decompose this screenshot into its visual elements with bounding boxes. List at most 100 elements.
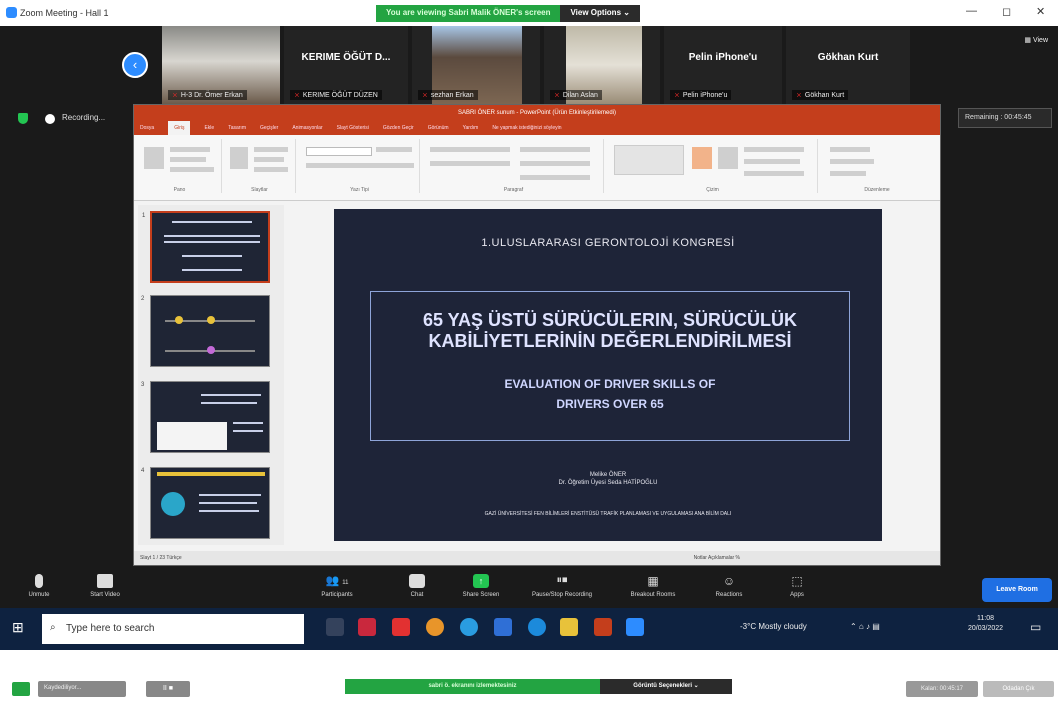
muted-mic-icon: ⨯ xyxy=(422,92,428,99)
window-titlebar: Zoom Meeting - Hall 1 You are viewing Sa… xyxy=(0,0,1058,26)
ribbon-group-slides: Slaytlar xyxy=(224,139,296,193)
weather-widget[interactable]: -3°C Mostly cloudy xyxy=(740,622,807,631)
search-icon: ⌕ xyxy=(50,622,56,633)
gallery-prev-button[interactable]: ‹ xyxy=(122,52,148,78)
browser-icon[interactable] xyxy=(426,618,444,636)
ppt-titlebar: SABRI ÖNER sunum - PowerPoint (Ürün Etki… xyxy=(134,105,940,121)
slide-thumbnail[interactable]: 2 xyxy=(141,295,270,367)
ribbon-group-drawing: Çizim xyxy=(608,139,818,193)
leave-room-button[interactable]: Odadan Çık xyxy=(983,681,1054,697)
current-slide: 1.ULUSLARARASI GERONTOLOJİ KONGRESİ 65 Y… xyxy=(334,209,882,541)
tab-slideshow[interactable]: Slayt Gösterisi xyxy=(337,121,369,135)
tell-me-search[interactable]: Ne yapmak istediğinizi söyleyin xyxy=(492,121,561,135)
tab-review[interactable]: Gözden Geçir xyxy=(383,121,414,135)
participant-tile[interactable]: Gökhan Kurt ⨯ Gökhan Kurt xyxy=(786,26,910,104)
browser-icon[interactable] xyxy=(460,618,478,636)
tab-view[interactable]: Görünüm xyxy=(428,121,449,135)
slide-university: GAZİ ÜNİVERSİTESİ FEN BİLİMLERİ ENSTİTÜS… xyxy=(484,511,732,517)
ppt-ribbon-tabs: Dosya Giriş Ekle Tasarım Geçişler Animas… xyxy=(134,121,940,135)
muted-mic-icon: ⨯ xyxy=(796,92,802,99)
video-off-icon xyxy=(97,574,113,588)
meeting-controls: Unmute Start Video 👥 11 Participants Cha… xyxy=(0,570,1058,608)
participant-label: Pelin iPhone'u xyxy=(688,52,758,63)
participant-tile[interactable]: Pelin iPhone'u ⨯ Pelin iPhone'u xyxy=(664,26,782,104)
ppt-statusbar: Slayt 1 / 23 Türkçe Notlar Açıklamalar % xyxy=(134,551,940,565)
tab-file[interactable]: Dosya xyxy=(140,121,154,135)
remaining-time: Kalan: 00:45:17 xyxy=(906,681,978,697)
slide-thumbnail[interactable]: 1 xyxy=(142,211,270,283)
zoom-app-icon xyxy=(6,7,17,18)
security-shield-icon[interactable] xyxy=(18,113,28,124)
breakout-rooms-button[interactable]: ▦ Breakout Rooms xyxy=(628,574,678,598)
slide-counter: Slayt 1 / 23 Türkçe xyxy=(140,555,182,561)
chat-icon xyxy=(409,574,425,588)
chat-button[interactable]: Chat xyxy=(392,574,442,598)
powerpoint-icon[interactable] xyxy=(594,618,612,636)
share-screen-button[interactable]: ↑ Share Screen xyxy=(456,574,506,598)
gallery-view-button[interactable]: ▦ View xyxy=(1024,36,1048,44)
slide-title-turkish: 65 YAŞ ÜSTÜ SÜRÜCÜLERIN, SÜRÜCÜLÜK KABİL… xyxy=(422,310,798,351)
participant-name: ⨯ Pelin iPhone'u xyxy=(670,90,732,100)
tab-transitions[interactable]: Geçişler xyxy=(260,121,278,135)
ppt-ribbon: Pano Slaytlar Yazı Tipi Paragraf Çizim D… xyxy=(134,135,940,201)
participant-tile[interactable]: KERIME ÖĞÜT D... ⨯ KERIME ÖĞÜT DÜZEN xyxy=(284,26,408,104)
tab-home[interactable]: Giriş xyxy=(168,121,191,135)
participant-tile[interactable]: ⨯ H-3 Dr. Ömer Erkan xyxy=(162,26,280,104)
notes-comments-toggle[interactable]: Notlar Açıklamalar % xyxy=(694,551,740,565)
participant-name: ⨯ sezhan Erkan xyxy=(418,90,478,100)
ribbon-group-font: Yazı Tipi xyxy=(300,139,420,193)
security-shield-icon[interactable] xyxy=(12,682,30,696)
participant-gallery: ⨯ H-3 Dr. Ömer Erkan KERIME ÖĞÜT D... ⨯ KE… xyxy=(0,26,1058,104)
ribbon-group-paragraph: Paragraf xyxy=(424,139,604,193)
reactions-button[interactable]: ☺ Reactions xyxy=(704,574,754,598)
apps-button[interactable]: ⬚ Apps xyxy=(772,574,822,598)
recording-controls[interactable]: II ■ xyxy=(146,681,190,697)
task-view-icon[interactable] xyxy=(326,618,344,636)
muted-mic-icon: ⨯ xyxy=(554,92,560,99)
tab-animations[interactable]: Animasyonlar xyxy=(292,121,322,135)
slide-thumbnail[interactable]: 4 xyxy=(141,467,270,539)
taskbar-clock[interactable]: 11:08 20/03/2022 xyxy=(968,614,1003,634)
system-tray-icons[interactable]: ⌃ ⌂ ♪ ▤ xyxy=(850,622,880,631)
share-banner: You are viewing Sabri Malik ÖNER's scree… xyxy=(376,5,640,22)
leave-room-button[interactable]: Leave Room xyxy=(982,578,1052,602)
participant-tile[interactable]: ⨯ sezhan Erkan xyxy=(412,26,540,104)
close-button[interactable]: ✕ xyxy=(1036,5,1045,18)
participant-name: ⨯ KERIME ÖĞÜT DÜZEN xyxy=(290,90,382,100)
participants-button[interactable]: 👥 11 Participants xyxy=(312,574,362,598)
tab-design[interactable]: Tasarım xyxy=(228,121,246,135)
recording-label[interactable]: Recording... xyxy=(62,113,105,122)
participant-tile[interactable]: ⨯ Dilan Aslan xyxy=(544,26,660,104)
start-video-button[interactable]: Start Video xyxy=(80,574,130,598)
maximize-button[interactable]: ◻ xyxy=(1002,5,1011,18)
ribbon-group-clipboard: Pano xyxy=(138,139,222,193)
tab-help[interactable]: Yardım xyxy=(463,121,479,135)
unmute-button[interactable]: Unmute xyxy=(14,574,64,598)
view-options-button[interactable]: View Options ⌄ xyxy=(560,5,640,22)
app-icon[interactable] xyxy=(494,618,512,636)
edge-icon[interactable] xyxy=(528,618,546,636)
app-icon[interactable] xyxy=(392,618,410,636)
zoom-icon[interactable] xyxy=(626,618,644,636)
minimize-button[interactable]: — xyxy=(966,5,977,17)
app-icon[interactable] xyxy=(358,618,376,636)
muted-mic-icon: ⨯ xyxy=(294,92,300,99)
windows-start-icon[interactable]: ⊞ xyxy=(12,620,26,634)
slide-congress-title: 1.ULUSLARARASI GERONTOLOJİ KONGRESİ xyxy=(481,237,735,249)
recording-indicator[interactable]: Kaydediliyor... xyxy=(38,681,126,697)
viewing-status: You are viewing Sabri Malik ÖNER's scree… xyxy=(376,5,561,22)
slide-title-box: 65 YAŞ ÜSTÜ SÜRÜCÜLERIN, SÜRÜCÜLÜK KABİL… xyxy=(370,291,850,441)
taskbar-search-input[interactable]: ⌕ Type here to search xyxy=(42,614,304,644)
file-explorer-icon[interactable] xyxy=(560,618,578,636)
mic-muted-icon xyxy=(35,574,43,588)
muted-mic-icon: ⨯ xyxy=(172,92,178,99)
slide-title-english: EVALUATION OF DRIVER SKILLS OF DRIVERS O… xyxy=(504,377,716,411)
participant-label: KERIME ÖĞÜT D... xyxy=(301,52,391,63)
slide-thumbnail[interactable]: 3 xyxy=(141,381,270,453)
tab-insert[interactable]: Ekle xyxy=(204,121,214,135)
notifications-icon[interactable]: ▭ xyxy=(1030,620,1041,634)
pause-stop-recording-button[interactable]: ⏸⏹ Pause/Stop Recording xyxy=(524,574,600,598)
view-options-button[interactable]: Görüntü Seçenekleri ⌄ xyxy=(600,679,732,694)
share-screen-icon: ↑ xyxy=(473,574,489,588)
participant-name: ⨯ H-3 Dr. Ömer Erkan xyxy=(168,90,247,100)
